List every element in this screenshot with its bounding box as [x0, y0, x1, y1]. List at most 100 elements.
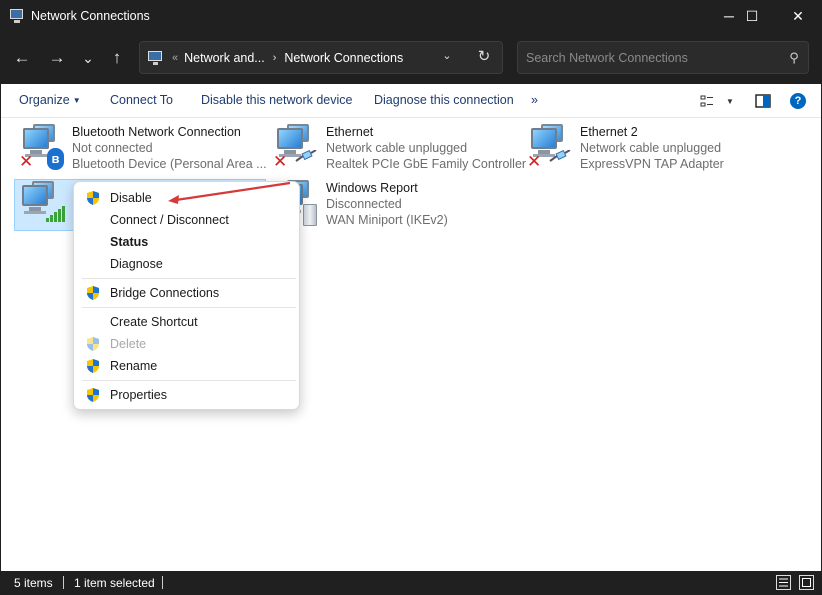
menu-item-label: Status: [110, 235, 149, 249]
menu-item-bridge-connections[interactable]: Bridge Connections: [75, 282, 298, 304]
network-connections-app-icon: [9, 8, 25, 24]
status-divider: [162, 576, 163, 589]
menu-item-create-shortcut[interactable]: Create Shortcut: [75, 311, 298, 333]
address-bar[interactable]: « Network and... › Network Connections ⌄…: [139, 41, 503, 74]
forward-button[interactable]: →: [44, 45, 70, 71]
selection-count: 1 item selected: [74, 576, 155, 590]
command-bar: Organize ▼ Connect To Disable this networ…: [1, 84, 821, 118]
view-details-icon: [700, 95, 713, 107]
menu-item-label: Properties: [110, 388, 167, 402]
ethernet-icon: ✕: [527, 124, 575, 170]
menu-item-label: Diagnose: [110, 257, 163, 271]
refresh-icon[interactable]: ↻: [473, 47, 495, 65]
details-view-icon[interactable]: [776, 575, 791, 590]
search-icon[interactable]: ⚲: [780, 50, 808, 66]
connection-status: Network cable unplugged: [326, 141, 468, 155]
bluetooth-icon: ʙ: [47, 148, 64, 170]
diagnose-connection-button[interactable]: Diagnose this connection: [374, 93, 514, 107]
more-commands-button[interactable]: »: [531, 93, 538, 107]
menu-item-status[interactable]: Status: [75, 231, 298, 253]
connection-device: Realtek PCIe GbE Family Controller: [326, 157, 527, 171]
organize-button[interactable]: Organize ▼: [19, 93, 81, 107]
menu-item-properties[interactable]: Properties: [75, 384, 298, 406]
preview-pane-button[interactable]: [755, 92, 771, 110]
address-overflow[interactable]: «: [172, 52, 178, 64]
menu-divider: [82, 380, 296, 381]
connect-to-button[interactable]: Connect To: [110, 93, 173, 107]
view-caret-icon[interactable]: ▼: [726, 97, 734, 106]
network-cable-icon: [295, 150, 317, 162]
uac-shield-icon: [87, 337, 99, 351]
caret-down-icon: ▼: [72, 96, 81, 105]
title-bar: Network Connections ─ ☐ ✕: [0, 0, 822, 32]
help-icon: ?: [790, 93, 806, 109]
wifi-signal-icon: [46, 206, 65, 222]
disconnected-x-icon: ✕: [273, 152, 288, 171]
uac-shield-icon: [87, 388, 99, 402]
connection-status: Not connected: [72, 141, 153, 155]
connection-status: Disconnected: [326, 197, 402, 211]
up-button[interactable]: ↑: [104, 45, 130, 71]
menu-item-label: Disable: [110, 191, 152, 205]
bluetooth-network-icon: ✕ ʙ: [19, 124, 67, 170]
menu-item-label: Bridge Connections: [110, 286, 220, 300]
navigation-bar: ← → ⌄ ↑ « Network and... › Network Conne…: [0, 32, 822, 84]
connection-device: Bluetooth Device (Personal Area ...: [72, 157, 267, 171]
menu-item-label: Rename: [110, 359, 158, 373]
status-divider: [63, 576, 64, 589]
breadcrumb-network-and[interactable]: Network and...: [184, 51, 265, 65]
close-icon: ✕: [792, 7, 804, 24]
network-cable-icon: [549, 150, 571, 162]
organize-label: Organize: [19, 93, 70, 107]
connection-name: Ethernet 2: [580, 125, 638, 139]
connection-name: Windows Report: [326, 181, 418, 195]
search-input[interactable]: [518, 50, 780, 65]
menu-divider: [82, 278, 296, 279]
window-title: Network Connections: [31, 9, 150, 23]
disconnected-x-icon: ✕: [527, 152, 542, 171]
maximize-icon: ☐: [745, 7, 759, 24]
wifi-network-icon: [18, 181, 66, 227]
recent-locations-button[interactable]: ⌄: [75, 45, 101, 71]
menu-item-label: Delete: [110, 337, 147, 351]
connection-status: Network cable unplugged: [580, 141, 722, 155]
control-panel-icon: [148, 50, 164, 65]
menu-item-diagnose[interactable]: Diagnose: [75, 253, 298, 275]
annotation-arrow: [168, 181, 291, 204]
connection-item-windows-report[interactable]: Windows Report Disconnected WAN Miniport…: [269, 180, 515, 230]
server-icon: [303, 204, 317, 226]
arrow-up-icon: ↑: [112, 48, 122, 67]
large-icons-view-icon[interactable]: [799, 575, 814, 590]
back-button[interactable]: ←: [9, 45, 35, 71]
uac-shield-icon: [87, 286, 99, 300]
address-dropdown-icon[interactable]: ⌄: [438, 49, 456, 62]
search-box[interactable]: ⚲: [517, 41, 809, 74]
connection-device: WAN Miniport (IKEv2): [326, 213, 448, 227]
breadcrumb-separator-icon: ›: [272, 51, 277, 64]
connection-name: Ethernet: [326, 125, 374, 139]
change-view-button[interactable]: ▼: [700, 92, 734, 110]
help-button[interactable]: ?: [790, 92, 806, 110]
menu-item-rename[interactable]: Rename: [75, 355, 298, 377]
disable-device-button[interactable]: Disable this network device: [201, 93, 352, 107]
menu-item-label: Connect / Disconnect: [110, 213, 229, 227]
item-count: 5 items: [14, 576, 53, 590]
connection-name: Bluetooth Network Connection: [72, 125, 241, 139]
maximize-button[interactable]: ☐: [729, 0, 775, 32]
breadcrumb-network-connections[interactable]: Network Connections: [284, 51, 403, 65]
ethernet-icon: ✕: [273, 124, 321, 170]
arrow-right-icon: →: [48, 48, 66, 67]
status-bar: 5 items 1 item selected: [1, 571, 821, 594]
close-button[interactable]: ✕: [775, 0, 821, 32]
menu-item-connect-disconnect[interactable]: Connect / Disconnect: [75, 209, 298, 231]
connection-item-ethernet[interactable]: ✕ Ethernet Network cable unplugged Realt…: [269, 124, 526, 174]
preview-pane-icon: [755, 94, 771, 108]
uac-shield-icon: [87, 359, 99, 373]
connection-item-ethernet-2[interactable]: ✕ Ethernet 2 Network cable unplugged Exp…: [523, 124, 769, 174]
arrow-left-icon: ←: [13, 48, 31, 67]
menu-divider: [82, 307, 296, 308]
connection-item-bluetooth[interactable]: ✕ ʙ Bluetooth Network Connection Not con…: [15, 124, 267, 174]
uac-shield-icon: [87, 191, 99, 205]
context-menu: Disable Connect / Disconnect Status Diag…: [73, 181, 300, 410]
disconnected-x-icon: ✕: [19, 152, 34, 171]
